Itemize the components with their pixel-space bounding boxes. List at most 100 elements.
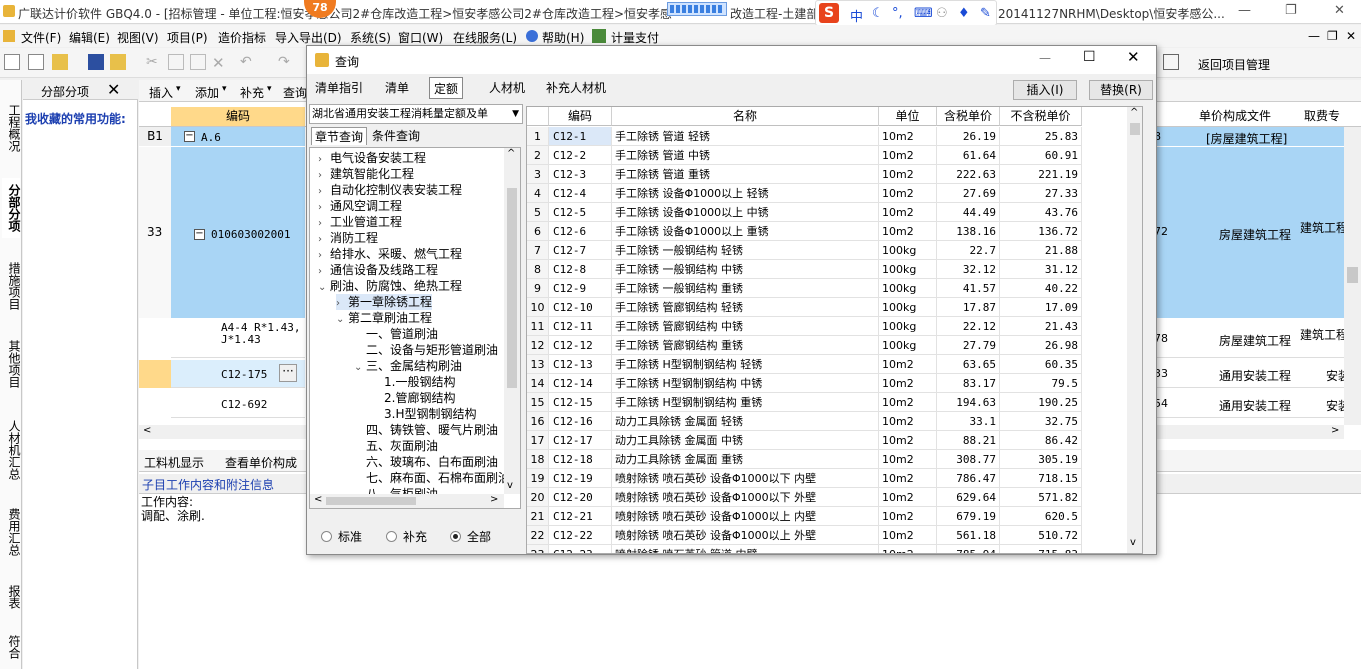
table-row[interactable]: 15 C12-15 手工除锈 H型钢制钢结构 重锈 10m2 194.63 190.25 bbox=[527, 393, 1082, 412]
table-row[interactable]: 9 C12-9 手工除锈 一般钢结构 重锈 100kg 41.57 40.22 bbox=[527, 279, 1082, 298]
tree-node[interactable]: ⌄ 三、金属结构刷油 bbox=[354, 358, 462, 374]
collapsed-chevron-icon[interactable]: › bbox=[318, 152, 330, 168]
grid-query-button[interactable]: 查询 bbox=[283, 84, 307, 101]
tree-node[interactable]: 五、灰面刷油 bbox=[354, 438, 438, 454]
menu-measure-pay[interactable]: 计量支付 bbox=[611, 29, 659, 46]
tree-node[interactable]: › 自动化控制仪表安装工程 bbox=[318, 182, 462, 198]
table-row[interactable]: 4 C12-4 手工除锈 设备Φ1000以上 轻锈 10m2 27.69 27.33 bbox=[527, 184, 1082, 203]
collapsed-chevron-icon[interactable]: › bbox=[318, 168, 330, 184]
row-a44-code-cell[interactable]: A4-4 R*1.43, J*1.43 bbox=[171, 320, 305, 358]
table-row[interactable]: 1 C12-1 手工除锈 管道 轻锈 10m2 26.19 25.83 bbox=[527, 127, 1082, 146]
table-row[interactable]: 5 C12-5 手工除锈 设备Φ1000以上 中锈 10m2 44.49 43.76 bbox=[527, 203, 1082, 222]
insert-button[interactable]: 插入(I) bbox=[1013, 80, 1077, 100]
dialog-maximize-icon[interactable]: ☐ bbox=[1083, 49, 1096, 65]
table-row[interactable]: 19 C12-19 喷射除锈 喷石英砂 设备Φ1000以下 内壁 10m2 786.47… bbox=[527, 469, 1082, 488]
table-scroll-thumb[interactable] bbox=[1130, 123, 1140, 135]
return-project-button[interactable]: 返回项目管理 bbox=[1198, 56, 1270, 73]
tree-node[interactable]: 七、麻布面、石棉布面刷油 bbox=[354, 470, 510, 486]
app-menu-icon[interactable] bbox=[3, 30, 15, 42]
supplement-dropdown-icon[interactable]: ▾ bbox=[267, 84, 272, 94]
row-c12175-index[interactable] bbox=[139, 360, 171, 388]
row-c12692-code-cell[interactable]: C12-692 bbox=[171, 390, 305, 418]
tree-vertical-scrollbar[interactable]: ^ v bbox=[504, 148, 520, 494]
ime-moon-icon[interactable]: ☾ bbox=[872, 6, 884, 21]
collapsed-chevron-icon[interactable]: › bbox=[336, 296, 348, 312]
scroll-right-icon[interactable]: > bbox=[1331, 425, 1339, 436]
expanded-chevron-icon[interactable]: ⌄ bbox=[318, 280, 330, 296]
tree-node[interactable]: › 建筑智能化工程 bbox=[318, 166, 414, 182]
table-row[interactable]: 13 C12-13 手工除锈 H型钢制钢结构 轻锈 10m2 63.65 60.35 bbox=[527, 355, 1082, 374]
more-button[interactable]: ··· bbox=[279, 364, 297, 382]
col-notax-price-header[interactable]: 不含税单价 bbox=[1000, 107, 1082, 126]
open-folder-icon[interactable] bbox=[52, 54, 68, 70]
vtab-sub-items[interactable]: 分部分项 bbox=[2, 178, 21, 238]
paste-icon[interactable] bbox=[190, 54, 206, 70]
tree-node[interactable]: 2.管廊钢结构 bbox=[372, 390, 455, 406]
tree-node[interactable]: 3.H型钢制钢结构 bbox=[372, 406, 476, 422]
collapsed-chevron-icon[interactable]: › bbox=[318, 264, 330, 280]
col-code-header[interactable]: 编码 bbox=[171, 107, 305, 126]
radio-all[interactable]: 全部 bbox=[450, 528, 491, 545]
tree-node[interactable]: › 通信设备及线路工程 bbox=[318, 262, 438, 278]
new-file-icon[interactable] bbox=[4, 54, 20, 70]
table-row[interactable]: 16 C12-16 动力工具除锈 金属面 轻锈 10m2 33.1 32.75 bbox=[527, 412, 1082, 431]
menu-project[interactable]: 项目(P) bbox=[167, 29, 208, 46]
table-row[interactable]: 6 C12-6 手工除锈 设备Φ1000以上 重锈 10m2 138.16 136.72 bbox=[527, 222, 1082, 241]
scroll-down-icon[interactable]: v bbox=[1130, 537, 1136, 548]
cut-icon[interactable]: ✂ bbox=[146, 54, 162, 70]
ime-tools-icon[interactable]: ✎ bbox=[980, 6, 991, 21]
menu-file[interactable]: 文件(F) bbox=[21, 29, 61, 46]
scroll-left-icon[interactable]: < bbox=[314, 494, 322, 505]
tree-node[interactable]: › 工业管道工程 bbox=[318, 214, 402, 230]
ime-keyboard-icon[interactable]: ⌨ bbox=[914, 6, 933, 21]
tree-node[interactable]: › 通风空调工程 bbox=[318, 198, 402, 214]
menu-online[interactable]: 在线服务(L) bbox=[453, 29, 517, 46]
expanded-chevron-icon[interactable]: ⌄ bbox=[354, 360, 366, 376]
dialog-close-icon[interactable]: ✕ bbox=[1127, 48, 1140, 66]
table-row[interactable]: 8 C12-8 手工除锈 一般钢结构 中锈 100kg 32.12 31.12 bbox=[527, 260, 1082, 279]
vtab-other-items[interactable]: 其他项目 bbox=[2, 334, 21, 394]
table-vertical-scrollbar[interactable]: ^ v bbox=[1127, 107, 1142, 553]
expanded-chevron-icon[interactable]: ⌄ bbox=[336, 312, 348, 328]
restore-icon[interactable]: ❐ bbox=[1285, 3, 1297, 18]
tree-node[interactable]: › 消防工程 bbox=[318, 230, 378, 246]
subtab-condition-query[interactable]: 条件查询 bbox=[369, 127, 423, 145]
tree-node[interactable]: 四、铸铁管、暖气片刷油 bbox=[354, 422, 498, 438]
replace-button[interactable]: 替换(R) bbox=[1089, 80, 1153, 100]
menu-view[interactable]: 视图(V) bbox=[117, 29, 159, 46]
scroll-right-icon[interactable]: > bbox=[490, 494, 498, 505]
insert-dropdown-icon[interactable]: ▾ bbox=[176, 84, 181, 94]
sogou-icon[interactable]: S bbox=[819, 3, 839, 23]
menu-system[interactable]: 系统(S) bbox=[350, 29, 391, 46]
menu-window[interactable]: 窗口(W) bbox=[398, 29, 443, 46]
tab-labor-material[interactable]: 人材机 bbox=[485, 77, 529, 99]
radio-standard[interactable]: 标准 bbox=[321, 528, 362, 545]
save-icon[interactable] bbox=[88, 54, 104, 70]
grid-scroll-thumb[interactable] bbox=[1347, 267, 1358, 283]
collapsed-chevron-icon[interactable]: › bbox=[318, 200, 330, 216]
left-panel-close-icon[interactable]: ✕ bbox=[107, 80, 120, 99]
tree-node[interactable]: 一、管道刷油 bbox=[354, 326, 438, 342]
tree-scroll-thumb[interactable] bbox=[507, 188, 517, 388]
vtab-compliance[interactable]: 符合 bbox=[2, 630, 21, 664]
new-project-icon[interactable] bbox=[28, 54, 44, 70]
table-row[interactable]: 7 C12-7 手工除锈 一般钢结构 轻锈 100kg 22.7 21.88 bbox=[527, 241, 1082, 260]
table-row[interactable]: 21 C12-21 喷射除锈 喷石英砂 设备Φ1000以上 内壁 10m2 679.19… bbox=[527, 507, 1082, 526]
redo-icon[interactable]: ↷ bbox=[278, 54, 294, 70]
ime-toolbar[interactable]: S 中 ☾ °, ⌨ ⚇ ♦ ✎ bbox=[815, 0, 997, 26]
ime-punct-icon[interactable]: °, bbox=[892, 6, 903, 21]
row-c12175-code-cell[interactable]: C12-175 ··· bbox=[171, 360, 305, 388]
scroll-up-icon[interactable]: ^ bbox=[507, 148, 515, 159]
tab-quota[interactable]: 定额 bbox=[429, 77, 464, 99]
col-price-file-header[interactable]: 单价构成文件 bbox=[1179, 107, 1291, 126]
vtab-project-overview[interactable]: 工程概况 bbox=[2, 98, 21, 158]
delete-icon[interactable]: ✕ bbox=[212, 54, 228, 72]
table-row[interactable]: 23C12-23喷射除锈 喷石英砂 管道 内壁10m2785.94715.83 bbox=[527, 545, 1082, 553]
scroll-left-icon[interactable]: < bbox=[143, 425, 151, 436]
tab-labor-material-display[interactable]: 工料机显示 bbox=[144, 454, 204, 471]
menu-help[interactable]: 帮助(H) bbox=[542, 29, 584, 46]
collapsed-chevron-icon[interactable]: › bbox=[318, 216, 330, 232]
col-code-header[interactable]: 编码 bbox=[549, 107, 612, 126]
collapsed-chevron-icon[interactable]: › bbox=[318, 184, 330, 200]
folder-icon[interactable] bbox=[110, 54, 126, 70]
